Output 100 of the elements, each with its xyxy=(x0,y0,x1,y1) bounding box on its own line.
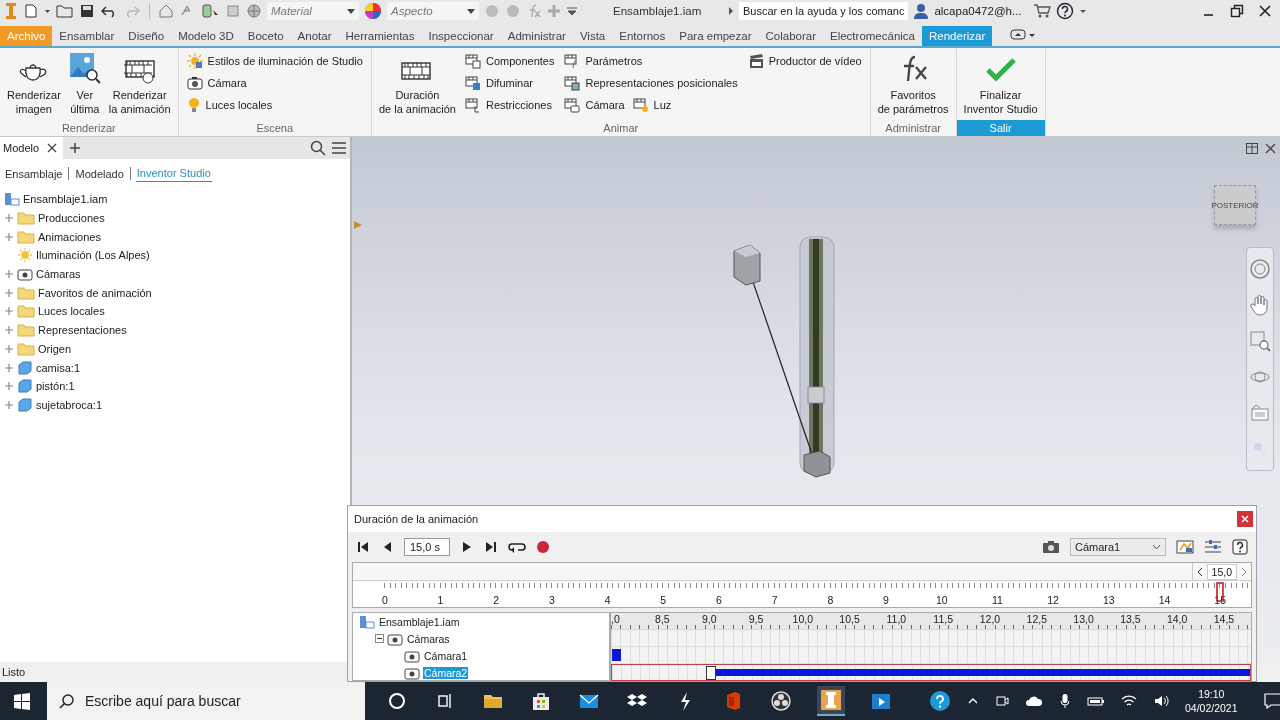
ribbon-button[interactable]: Restricciones xyxy=(462,97,554,113)
expand-icon[interactable] xyxy=(4,362,14,373)
ribbon-button[interactable]: Finalizar Inventor Studio xyxy=(960,50,1041,118)
loop-icon[interactable] xyxy=(508,540,526,554)
track-item[interactable]: Ensamblaje1.iam xyxy=(378,615,461,628)
search-icon[interactable] xyxy=(310,140,326,156)
caret-icon[interactable] xyxy=(1078,7,1087,15)
cart-icon[interactable] xyxy=(1032,3,1051,19)
tree-item[interactable]: pistón:1 xyxy=(36,380,75,393)
user-icon[interactable] xyxy=(913,3,930,19)
ribbon-tab[interactable]: Herramientas xyxy=(338,26,422,46)
time-field[interactable]: 15,0 s xyxy=(404,538,450,556)
user-name[interactable]: alcapa0472@h... xyxy=(934,5,1022,17)
help-icon[interactable] xyxy=(1055,2,1074,20)
ribbon-tab[interactable]: Electromecánica xyxy=(823,26,922,46)
ribbon-button[interactable]: Cámara xyxy=(184,75,249,91)
ribbon-button[interactable]: Luces locales xyxy=(184,97,275,113)
tree-item[interactable]: camisa:1 xyxy=(36,361,81,374)
taskbar-search-field[interactable]: Escribe aquí para buscar xyxy=(47,682,365,720)
expand-arrow-icon[interactable] xyxy=(728,6,734,16)
expand-icon[interactable] xyxy=(4,381,14,392)
go-to-end-icon[interactable] xyxy=(484,540,498,554)
tree-item[interactable]: Iluminación (Los Alpes) xyxy=(36,249,150,262)
zoom-window-icon[interactable] xyxy=(1249,330,1271,352)
expand-icon[interactable] xyxy=(4,325,14,336)
select-icon[interactable] xyxy=(200,3,220,19)
inventor-app-icon[interactable] xyxy=(817,686,845,716)
help-icon[interactable] xyxy=(929,690,951,712)
ribbon-button[interactable]: Renderizar imagen xyxy=(4,50,64,118)
open-folder-icon[interactable] xyxy=(56,3,74,19)
ribbon-button[interactable]: Componentes xyxy=(462,53,557,69)
expand-icon[interactable] xyxy=(4,231,14,242)
expand-icon[interactable] xyxy=(4,343,14,354)
restore-icon[interactable] xyxy=(1230,4,1244,18)
ribbon-button[interactable]: Favoritos de parámetros xyxy=(874,50,952,118)
tree-item[interactable]: Producciones xyxy=(38,212,105,225)
browser-filter-tab[interactable]: Inventor Studio xyxy=(135,165,212,182)
end-time-value[interactable]: 15,0 xyxy=(1206,563,1237,580)
ribbon-button[interactable]: Duración de la animación xyxy=(375,50,459,118)
end-time-control[interactable]: 15,0 xyxy=(1191,563,1251,580)
tree-item[interactable]: Favoritos de animación xyxy=(38,286,152,299)
camera-icon[interactable] xyxy=(1042,540,1060,554)
panel-toggle-icon[interactable] xyxy=(1010,28,1037,42)
ribbon-button[interactable]: Estilos de iluminación de Studio xyxy=(184,53,365,69)
expand-icon[interactable] xyxy=(4,306,14,317)
ribbon-tab[interactable]: Administrar xyxy=(500,26,573,46)
tree-item[interactable]: Luces locales xyxy=(38,305,105,318)
wifi-icon[interactable] xyxy=(1121,694,1137,708)
tree-item[interactable]: Cámaras xyxy=(36,268,81,281)
ribbon-button[interactable]: Cámara xyxy=(562,97,627,113)
expand-icon[interactable] xyxy=(4,269,14,280)
track-item[interactable]: Cámara1 xyxy=(423,649,469,662)
action-start-handle[interactable] xyxy=(706,665,716,680)
split-view-icon[interactable] xyxy=(1246,143,1258,154)
track-item[interactable]: Cámaras xyxy=(406,632,451,645)
microphone-icon[interactable] xyxy=(1059,693,1071,709)
ribbon-button[interactable]: Luz xyxy=(630,97,674,113)
menu-icon[interactable] xyxy=(332,142,346,154)
help-search-field[interactable]: Buscar en la ayuda y los comanc xyxy=(739,2,909,20)
save-icon[interactable] xyxy=(79,3,95,19)
ribbon-button[interactable]: Parámetros xyxy=(562,53,645,69)
orbit-wheel-icon[interactable] xyxy=(1249,258,1271,280)
help-icon[interactable] xyxy=(1232,539,1248,555)
ribbon-tab[interactable]: Modelo 3D xyxy=(171,26,241,46)
appearance-dropdown[interactable]: Aspecto xyxy=(387,2,479,20)
close-icon[interactable] xyxy=(1258,4,1272,18)
timeline-settings-icon[interactable] xyxy=(1204,539,1222,555)
tree-item[interactable]: Origen xyxy=(38,342,72,355)
ribbon-button[interactable]: Ver última xyxy=(65,50,104,118)
ribbon-button[interactable]: Renderizar la animación xyxy=(105,50,174,118)
meet-icon[interactable] xyxy=(995,694,1009,708)
ribbon-tab[interactable]: Para empezar xyxy=(672,26,759,46)
ribbon-tab[interactable]: Inspeccionar xyxy=(421,26,501,46)
pan-hand-icon[interactable] xyxy=(1249,294,1271,316)
speaker-icon[interactable] xyxy=(1153,694,1169,708)
material-dropdown[interactable]: Material xyxy=(267,2,359,20)
customize-icon[interactable] xyxy=(566,5,578,17)
close-icon[interactable] xyxy=(1265,143,1276,154)
browser-filter-tab[interactable]: Ensamblaje xyxy=(4,165,64,182)
clock-time[interactable]: 19:10 xyxy=(1198,687,1225,701)
ribbon-tab[interactable]: Vista xyxy=(572,26,613,46)
ribbon-tab[interactable]: Diseño xyxy=(121,26,172,46)
cloud-icon[interactable] xyxy=(1025,694,1043,708)
ribbon-button[interactable]: Representaciones posicionales xyxy=(562,75,740,91)
expand-icon[interactable] xyxy=(4,287,14,298)
close-button[interactable] xyxy=(1237,511,1253,527)
ribbon-tab[interactable]: Entornos xyxy=(612,26,673,46)
tree-item[interactable]: Ensamblaje1.iam xyxy=(23,193,108,206)
ribbon-tab[interactable]: Ensamblar xyxy=(52,26,122,46)
expand-icon[interactable] xyxy=(4,399,14,410)
material-ball-icon[interactable] xyxy=(246,3,262,19)
ribbon-tab[interactable]: Colaborar xyxy=(758,26,823,46)
tree-item[interactable]: Representaciones xyxy=(38,324,127,337)
ribbon-tab[interactable]: Anotar xyxy=(290,26,339,46)
close-icon[interactable] xyxy=(47,143,58,153)
windows-start-icon[interactable] xyxy=(13,692,31,710)
camera-dropdown[interactable]: Cámara1 xyxy=(1070,538,1166,556)
tree-item[interactable]: Animaciones xyxy=(38,230,101,243)
ribbon-button[interactable]: Difuminar xyxy=(462,75,536,91)
clock-date[interactable]: 04/02/2021 xyxy=(1185,701,1238,715)
